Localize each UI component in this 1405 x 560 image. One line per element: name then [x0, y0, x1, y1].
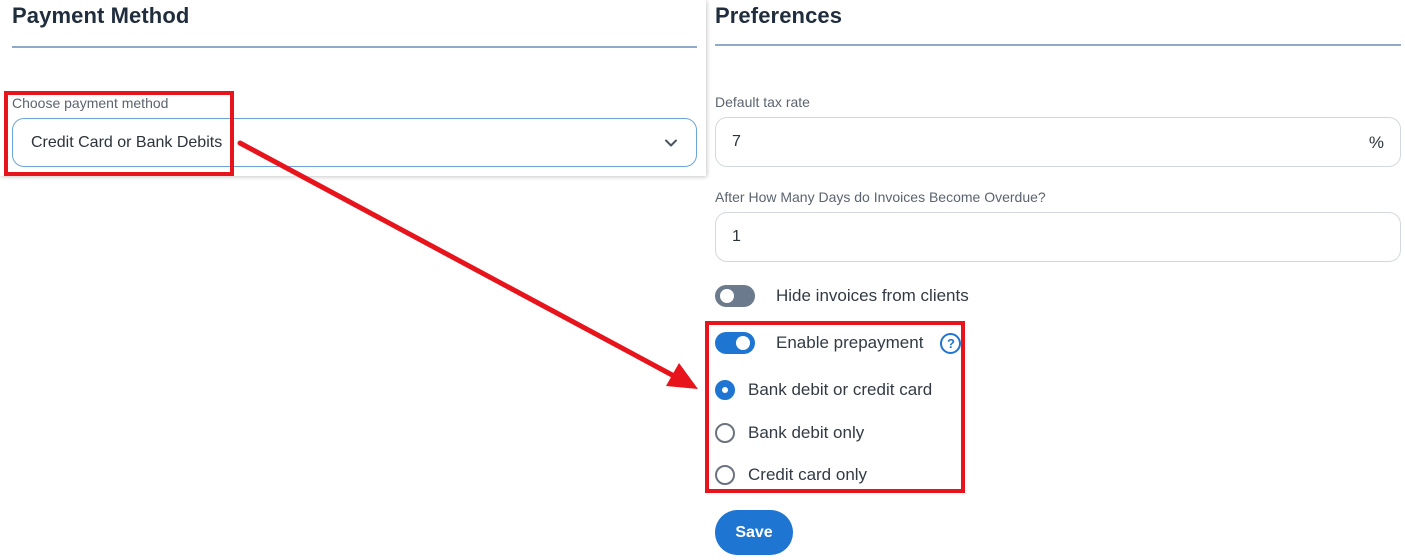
chevron-down-icon — [665, 139, 677, 147]
hide-invoices-toggle[interactable] — [715, 285, 755, 307]
hide-invoices-row: Hide invoices from clients — [715, 285, 969, 307]
tax-rate-input[interactable]: 7 % — [715, 117, 1401, 167]
overdue-days-label: After How Many Days do Invoices Become O… — [715, 189, 1046, 205]
annotation-highlight-prepayment — [705, 321, 965, 493]
payment-method-divider — [12, 46, 697, 48]
preferences-divider — [715, 44, 1401, 46]
save-button[interactable]: Save — [715, 510, 793, 555]
hide-invoices-label: Hide invoices from clients — [776, 286, 969, 305]
toggle-knob — [720, 289, 734, 303]
percent-suffix: % — [1368, 133, 1384, 152]
payment-method-title: Payment Method — [12, 3, 190, 28]
overdue-days-value: 1 — [732, 228, 741, 245]
tax-rate-value: 7 — [732, 133, 741, 150]
preferences-title: Preferences — [715, 3, 843, 28]
overdue-days-input[interactable]: 1 — [715, 212, 1401, 262]
annotation-highlight-payment-method — [4, 91, 234, 176]
tax-rate-label: Default tax rate — [715, 94, 810, 110]
